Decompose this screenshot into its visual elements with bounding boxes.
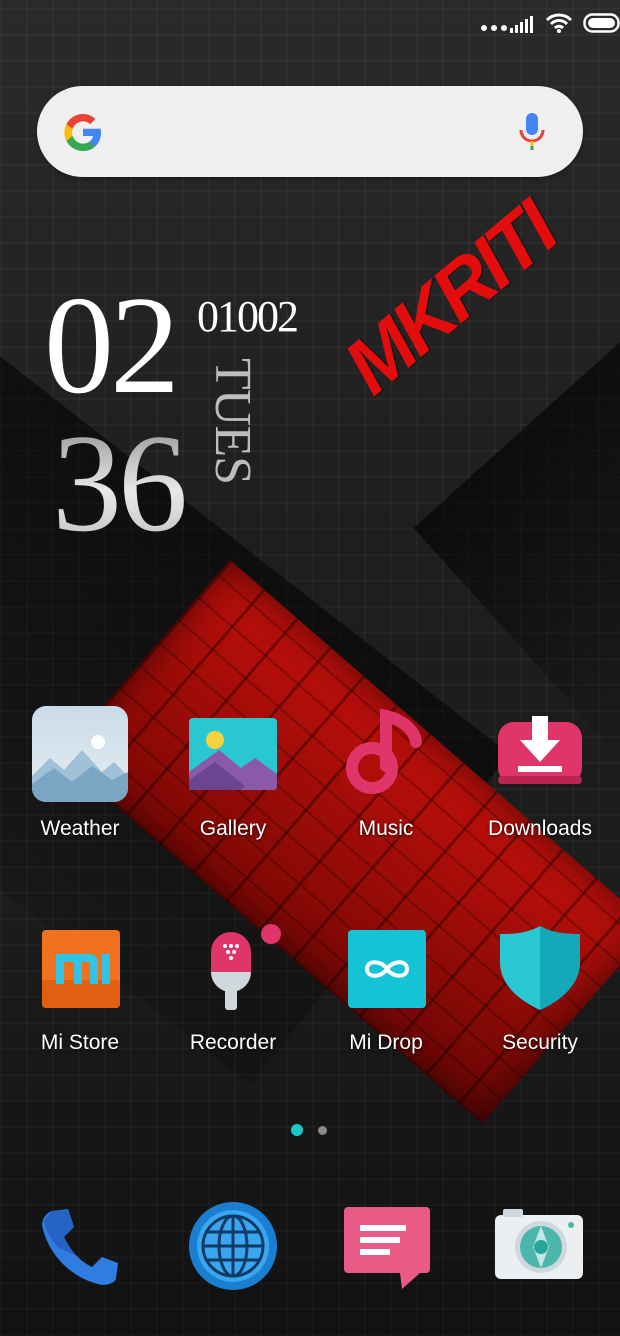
gallery-icon (189, 718, 277, 790)
google-icon (64, 114, 101, 151)
app-label: Weather (40, 817, 120, 840)
app-label: Gallery (199, 817, 267, 840)
app-label: Downloads (488, 817, 592, 840)
wifi-icon (545, 13, 573, 33)
app-label: Mi Drop (349, 1031, 423, 1054)
more-dots-icon (481, 25, 507, 31)
google-search-bar[interactable] (37, 86, 583, 177)
clock-day-label: TUES (204, 358, 261, 484)
recorder-icon (211, 924, 281, 1010)
app-music[interactable]: Music (309, 706, 463, 842)
camera-icon[interactable] (493, 1207, 585, 1283)
app-label: Music (358, 817, 414, 840)
clock-date: 01002 (197, 292, 299, 341)
page-dot-active[interactable] (291, 1124, 303, 1136)
app-mi-drop[interactable]: Mi Drop (309, 920, 463, 1056)
signal-icon (510, 16, 533, 33)
clock-hour: 02 (44, 268, 180, 423)
app-recorder[interactable]: Recorder (156, 920, 310, 1056)
app-mi-store[interactable]: Mi Store (3, 920, 157, 1056)
app-weather[interactable]: Weather (3, 706, 157, 842)
app-label: Security (502, 1031, 578, 1054)
app-label: Mi Store (40, 1031, 120, 1054)
clock-day: TUES (203, 358, 263, 484)
status-bar (0, 0, 620, 48)
page-dot[interactable] (318, 1125, 327, 1135)
music-icon (346, 708, 422, 794)
phone-icon[interactable] (38, 1205, 122, 1289)
browser-icon[interactable] (187, 1200, 279, 1292)
downloads-icon (498, 716, 582, 784)
mi-store-icon (42, 930, 120, 1008)
app-security[interactable]: Security (463, 920, 617, 1056)
battery-icon (583, 13, 620, 33)
mic-icon[interactable] (517, 110, 547, 154)
messaging-icon[interactable] (340, 1205, 434, 1291)
weather-icon (32, 706, 128, 802)
mi-drop-icon (348, 930, 426, 1008)
app-gallery[interactable]: Gallery (156, 706, 310, 842)
security-icon (500, 926, 580, 1010)
page-indicator (291, 1124, 327, 1136)
app-downloads[interactable]: Downloads (463, 706, 617, 842)
clock-minute: 36 (52, 406, 188, 561)
app-label: Recorder (189, 1031, 277, 1054)
